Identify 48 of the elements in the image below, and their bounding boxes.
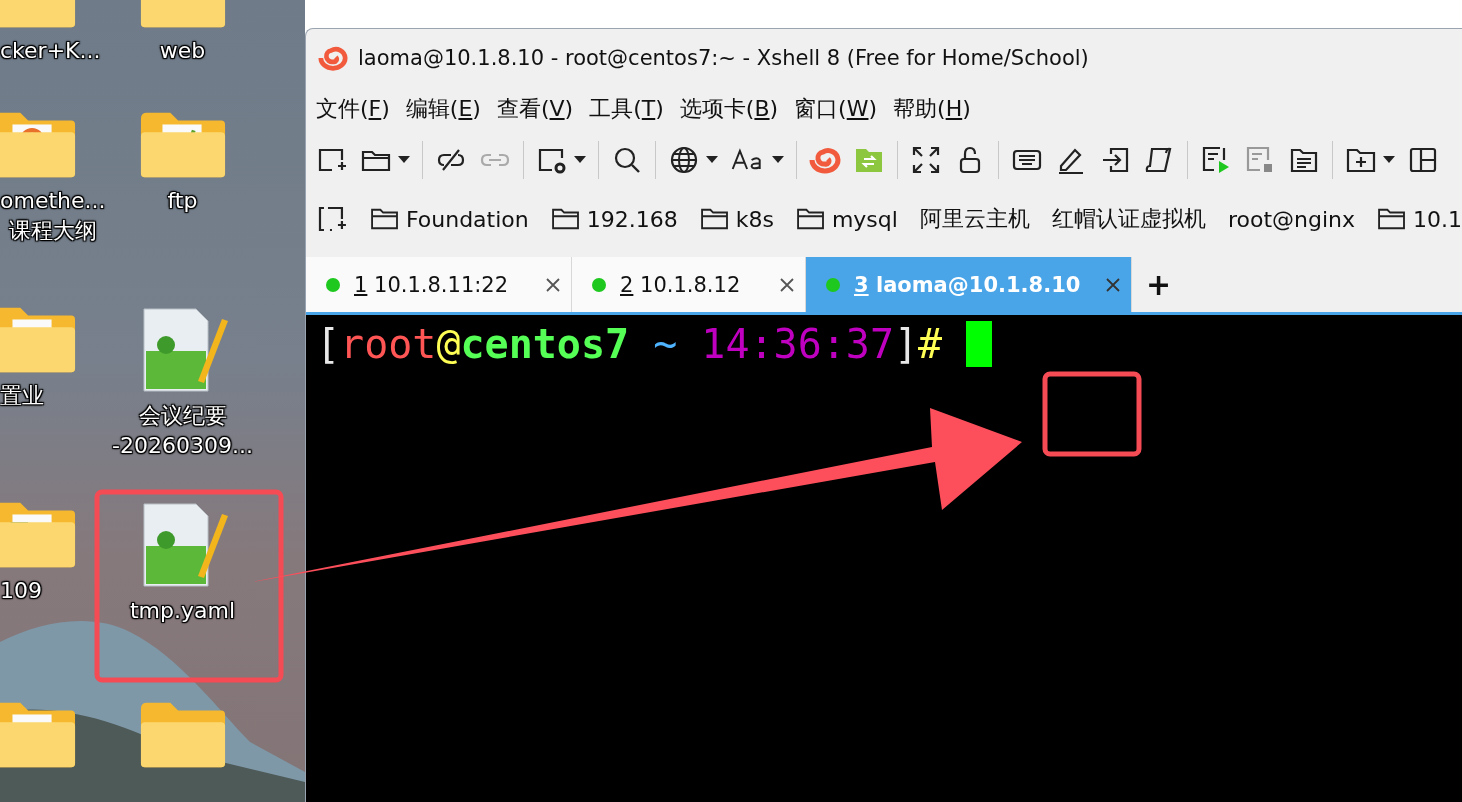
menu-item[interactable]: 帮助(H) xyxy=(893,94,971,124)
bookmark-link[interactable]: Foundation xyxy=(369,206,529,232)
session-tab[interactable]: 1 10.1.8.11:22 xyxy=(306,257,572,312)
folder-spreadsheet-icon[interactable] xyxy=(0,500,77,570)
desktop-icon-label[interactable]: cker+K... xyxy=(0,36,101,66)
desktop-icon-label[interactable]: 109 xyxy=(0,576,42,606)
close-icon[interactable] xyxy=(779,276,795,293)
folder-icon xyxy=(550,207,581,231)
desktop-icon-label[interactable]: web xyxy=(159,36,206,66)
folder-icon xyxy=(795,207,826,231)
menu-item[interactable]: 文件(F) xyxy=(316,94,390,124)
menu-item[interactable]: 查看(V) xyxy=(496,94,574,124)
folder-icon xyxy=(1377,207,1407,231)
close-icon[interactable] xyxy=(545,276,561,293)
folder-icon xyxy=(699,207,730,231)
menu-item[interactable]: 选项卡(B) xyxy=(679,94,779,124)
caret-icon[interactable] xyxy=(1383,156,1395,164)
caret-icon[interactable] xyxy=(574,156,586,164)
fullscreen-icon[interactable] xyxy=(910,144,942,176)
bookmark-link[interactable]: k8s xyxy=(699,206,774,232)
close-icon[interactable] xyxy=(1105,276,1121,293)
caret-icon[interactable] xyxy=(398,156,410,164)
caret-icon[interactable] xyxy=(706,156,718,164)
terminal-prompt: [root@centos7 ~ 14:36:37]# xyxy=(316,321,943,367)
folder-icon xyxy=(369,207,400,231)
bookmark-link[interactable]: root@nginx xyxy=(1227,206,1355,232)
folder-document-icon[interactable] xyxy=(0,305,77,375)
desktop-icon-label[interactable]: omethe... 课程大纲 xyxy=(0,186,106,246)
globe-icon[interactable] xyxy=(668,144,700,176)
window-title: laoma@10.1.8.10 - root@centos7:~ - Xshell 8 (Free for Home/School) xyxy=(358,46,1089,70)
session-tab[interactable]: 2 10.1.8.12 xyxy=(572,257,806,312)
folder-notepad-icon[interactable] xyxy=(138,110,227,180)
menu-item[interactable]: 工具(T) xyxy=(589,94,664,124)
bookmark-link[interactable]: mysql xyxy=(795,206,898,232)
desktop-icon-label[interactable]: tmp.yaml xyxy=(129,596,236,626)
bookmark-link[interactable]: 阿里云主机 xyxy=(919,204,1030,234)
folder-slides-icon[interactable] xyxy=(0,110,77,180)
caret-icon[interactable] xyxy=(772,156,784,164)
desktop-icon-label[interactable]: 会议纪要 -20260309... xyxy=(112,401,253,461)
new-tab-button[interactable]: + xyxy=(1132,267,1186,302)
menu-item[interactable]: 窗口(W) xyxy=(794,94,878,124)
terminal-cursor xyxy=(966,321,993,367)
desktop-icon-label[interactable]: 置业 xyxy=(0,381,44,411)
desktop-icon-label[interactable]: ftp xyxy=(167,186,198,216)
bookmark-link[interactable]: 红帽认证虚拟机 xyxy=(1051,204,1206,234)
bookmark-link[interactable]: 10.1 xyxy=(1377,206,1462,232)
bookmark-link[interactable]: 192.168 xyxy=(550,206,678,232)
menu-item[interactable]: 编辑(E) xyxy=(405,94,481,124)
